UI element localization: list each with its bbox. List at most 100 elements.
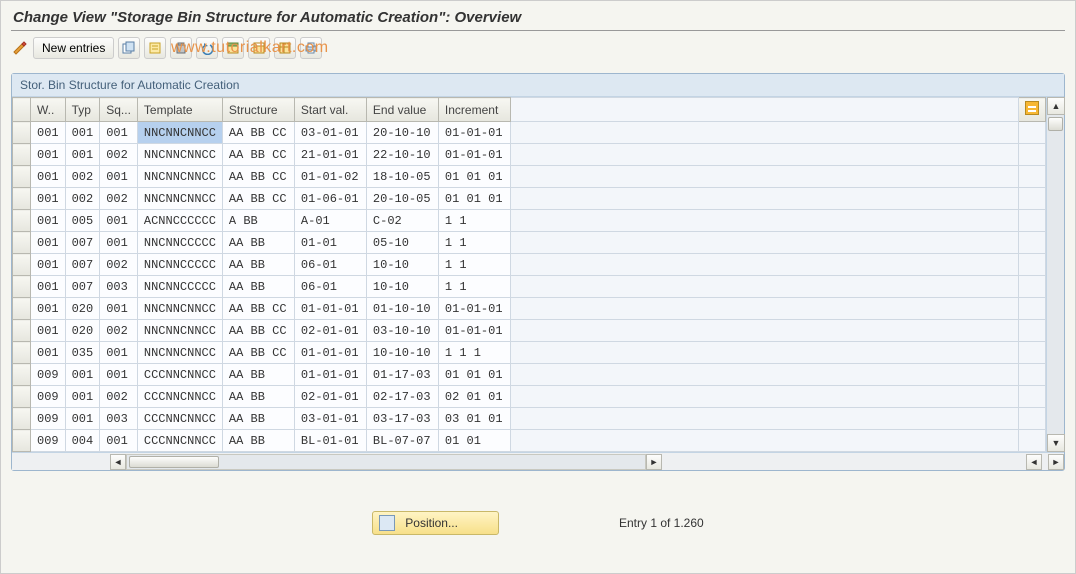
copy-icon[interactable] bbox=[144, 37, 166, 59]
cell-config[interactable] bbox=[1019, 166, 1046, 188]
cell-template[interactable]: NNCNNCNNCC bbox=[137, 188, 222, 210]
table-settings-icon[interactable] bbox=[274, 37, 296, 59]
cell-startval[interactable]: 02-01-01 bbox=[294, 386, 366, 408]
cell-type[interactable]: 007 bbox=[65, 232, 100, 254]
cell-seq[interactable]: 002 bbox=[100, 144, 138, 166]
row-selector[interactable] bbox=[13, 210, 31, 232]
cell-startval[interactable]: 01-01-02 bbox=[294, 166, 366, 188]
cell-warehouse[interactable]: 001 bbox=[31, 188, 66, 210]
cell-config[interactable] bbox=[1019, 122, 1046, 144]
cell-warehouse[interactable]: 009 bbox=[31, 364, 66, 386]
table-row[interactable]: 001035001NNCNNCNNCCAA BB CC01-01-0110-10… bbox=[13, 342, 1046, 364]
cell-seq[interactable]: 001 bbox=[100, 232, 138, 254]
cell-increment[interactable]: 1 1 bbox=[438, 276, 510, 298]
cell-startval[interactable]: 03-01-01 bbox=[294, 408, 366, 430]
cell-template[interactable]: NNCNNCNNCC bbox=[137, 144, 222, 166]
cell-startval[interactable]: 01-06-01 bbox=[294, 188, 366, 210]
table-row[interactable]: 001007003NNCNNCCCCCAA BB06-0110-10 1 1 bbox=[13, 276, 1046, 298]
cell-increment[interactable]: 1 1 bbox=[438, 210, 510, 232]
cell-structure[interactable]: AA BB CC bbox=[222, 122, 294, 144]
delete-icon[interactable] bbox=[170, 37, 192, 59]
cell-increment[interactable]: 01 01 01 bbox=[438, 166, 510, 188]
cell-increment[interactable]: 01-01-01 bbox=[438, 298, 510, 320]
cell-seq[interactable]: 003 bbox=[100, 408, 138, 430]
cell-warehouse[interactable]: 001 bbox=[31, 276, 66, 298]
cell-template[interactable]: NNCNNCNNCC bbox=[137, 298, 222, 320]
cell-spacer[interactable] bbox=[510, 298, 1018, 320]
table-row[interactable]: 001001001NNCNNCNNCCAA BB CC03-01-0120-10… bbox=[13, 122, 1046, 144]
cell-warehouse[interactable]: 001 bbox=[31, 254, 66, 276]
cell-endval[interactable]: 22-10-10 bbox=[366, 144, 438, 166]
col-startval[interactable]: Start val. bbox=[294, 98, 366, 122]
table-row[interactable]: 009004001CCCNNCNNCC AA BBBL-01-01BL-07-0… bbox=[13, 430, 1046, 452]
cell-template[interactable]: NNCNNCNNCC bbox=[137, 320, 222, 342]
cell-type[interactable]: 035 bbox=[65, 342, 100, 364]
cell-increment[interactable]: 1 1 1 bbox=[438, 342, 510, 364]
table-row[interactable]: 001001002NNCNNCNNCCAA BB CC21-01-0122-10… bbox=[13, 144, 1046, 166]
row-selector[interactable] bbox=[13, 122, 31, 144]
cell-startval[interactable]: 01-01-01 bbox=[294, 364, 366, 386]
cell-increment[interactable]: 1 1 bbox=[438, 254, 510, 276]
cell-config[interactable] bbox=[1019, 276, 1046, 298]
scroll-right2-icon[interactable]: ► bbox=[1048, 454, 1064, 470]
cell-endval[interactable]: 20-10-10 bbox=[366, 122, 438, 144]
cell-startval[interactable]: 06-01 bbox=[294, 254, 366, 276]
cell-warehouse[interactable]: 001 bbox=[31, 320, 66, 342]
cell-template[interactable]: NNCNNCCCCC bbox=[137, 276, 222, 298]
cell-spacer[interactable] bbox=[510, 210, 1018, 232]
cell-seq[interactable]: 002 bbox=[100, 386, 138, 408]
cell-config[interactable] bbox=[1019, 386, 1046, 408]
cell-increment[interactable]: 01 01 01 bbox=[438, 188, 510, 210]
cell-template[interactable]: CCCNNCNNCC bbox=[137, 408, 222, 430]
cell-warehouse[interactable]: 001 bbox=[31, 342, 66, 364]
hscroll-thumb[interactable] bbox=[129, 456, 219, 468]
col-seq[interactable]: Sq... bbox=[100, 98, 138, 122]
cell-increment[interactable]: 1 1 bbox=[438, 232, 510, 254]
cell-startval[interactable]: 01-01-01 bbox=[294, 342, 366, 364]
cell-spacer[interactable] bbox=[510, 232, 1018, 254]
cell-type[interactable]: 007 bbox=[65, 254, 100, 276]
vscroll-thumb[interactable] bbox=[1048, 117, 1063, 131]
cell-warehouse[interactable]: 001 bbox=[31, 144, 66, 166]
cell-startval[interactable]: 01-01-01 bbox=[294, 298, 366, 320]
cell-type[interactable]: 002 bbox=[65, 166, 100, 188]
col-warehouse[interactable]: W.. bbox=[31, 98, 66, 122]
cell-structure[interactable]: AA BB CC bbox=[222, 342, 294, 364]
cell-structure[interactable]: AA BB CC bbox=[222, 298, 294, 320]
cell-type[interactable]: 020 bbox=[65, 298, 100, 320]
cell-warehouse[interactable]: 009 bbox=[31, 408, 66, 430]
row-selector[interactable] bbox=[13, 430, 31, 452]
cell-spacer[interactable] bbox=[510, 188, 1018, 210]
cell-type[interactable]: 007 bbox=[65, 276, 100, 298]
cell-spacer[interactable] bbox=[510, 364, 1018, 386]
cell-endval[interactable]: 01-10-10 bbox=[366, 298, 438, 320]
scroll-up-icon[interactable]: ▲ bbox=[1047, 97, 1065, 115]
cell-seq[interactable]: 001 bbox=[100, 166, 138, 188]
cell-spacer[interactable] bbox=[510, 122, 1018, 144]
cell-template[interactable]: NNCNNCCCCC bbox=[137, 254, 222, 276]
cell-warehouse[interactable]: 009 bbox=[31, 430, 66, 452]
table-row[interactable]: 001005001ACNNCCCCCCA BBA-01C-021 1 bbox=[13, 210, 1046, 232]
row-selector[interactable] bbox=[13, 188, 31, 210]
cell-type[interactable]: 002 bbox=[65, 188, 100, 210]
cell-config[interactable] bbox=[1019, 210, 1046, 232]
deselect-all-icon[interactable] bbox=[248, 37, 270, 59]
cell-warehouse[interactable]: 009 bbox=[31, 386, 66, 408]
row-selector[interactable] bbox=[13, 364, 31, 386]
row-selector[interactable] bbox=[13, 408, 31, 430]
table-row[interactable]: 009001003CCCNNCNNCC AA BB03-01-0103-17-0… bbox=[13, 408, 1046, 430]
table-row[interactable]: 001007002NNCNNCCCCCAA BB06-0110-10 1 1 bbox=[13, 254, 1046, 276]
undo-icon[interactable] bbox=[196, 37, 218, 59]
cell-startval[interactable]: 03-01-01 bbox=[294, 122, 366, 144]
cell-warehouse[interactable]: 001 bbox=[31, 166, 66, 188]
cell-increment[interactable]: 02 01 01 bbox=[438, 386, 510, 408]
cell-endval[interactable]: 05-10 bbox=[366, 232, 438, 254]
cell-startval[interactable]: 01-01 bbox=[294, 232, 366, 254]
table-row[interactable]: 009001001CCCNNCNNCC AA BB01-01-0101-17-0… bbox=[13, 364, 1046, 386]
table-row[interactable]: 001002001NNCNNCNNCCAA BB CC01-01-0218-10… bbox=[13, 166, 1046, 188]
col-structure[interactable]: Structure bbox=[222, 98, 294, 122]
cell-spacer[interactable] bbox=[510, 386, 1018, 408]
cell-spacer[interactable] bbox=[510, 276, 1018, 298]
cell-structure[interactable]: AA BB bbox=[222, 430, 294, 452]
cell-type[interactable]: 005 bbox=[65, 210, 100, 232]
